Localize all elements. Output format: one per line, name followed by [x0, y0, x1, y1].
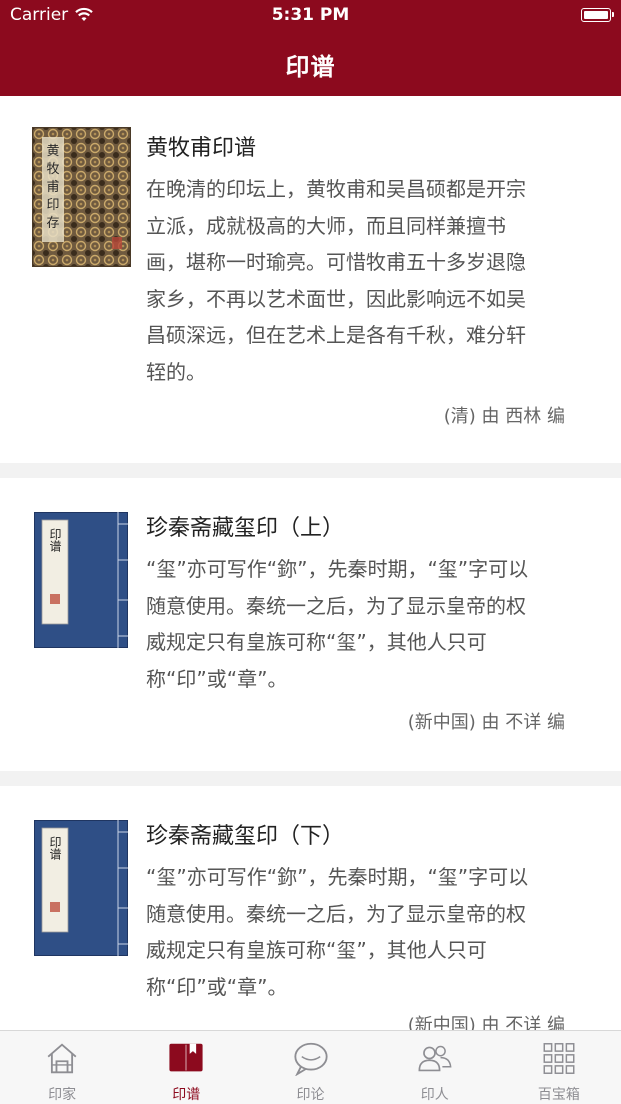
description-line: 威规定只有皇族可称“玺”，其他人只可 [146, 938, 487, 962]
description-line: 在晚清的印坛上，黄牧甫和吴昌硕都是开宗 [146, 177, 526, 201]
description-line: 威规定只有皇族可称“玺”，其他人只可 [146, 630, 487, 654]
cover-label: 印谱 [48, 836, 62, 860]
svg-text:黄: 黄 [46, 144, 59, 159]
tab-label: 百宝箱 [537, 1087, 580, 1103]
tab-bar: 印家 印谱 印论 印人 百宝箱 [0, 1030, 621, 1104]
description-line: 随意使用。秦统一之后，为了显示皇帝的权 [146, 593, 526, 618]
status-time: 5:31 PM [271, 5, 350, 25]
tab-baibaoxiang[interactable]: 百宝箱 [497, 1031, 621, 1104]
description-line: 称“印”或“章”。 [146, 974, 288, 999]
tab-yinren[interactable]: 印人 [373, 1031, 497, 1104]
book-card[interactable]: 黄 牧 甫 印 存 黄牧甫印谱 在晚清的印坛上，黄牧甫和吴昌硕都是开宗 立派，成… [0, 96, 621, 463]
svg-text:牧: 牧 [46, 162, 59, 177]
book-cover-image: 印谱 [34, 820, 128, 956]
book-author: (清) 由 西林 编 [443, 406, 565, 427]
book-description: “玺”亦可写作“鉨”，先秦时期，“玺”字可以 随意使用。秦统一之后，为了显示皇帝… [146, 859, 586, 1005]
book-card[interactable]: 印谱 珍秦斋藏玺印（上） “玺”亦可写作“鉨”，先秦时期，“玺”字可以 随意使用… [0, 478, 621, 771]
svg-text:甫: 甫 [46, 180, 59, 195]
tab-yinlun[interactable]: 印论 [248, 1031, 372, 1104]
description-line: 家乡，不再以艺术面世，因此影响远不如吴 [146, 286, 526, 311]
tab-label: 印谱 [172, 1087, 201, 1103]
people-icon [418, 1045, 452, 1072]
book-author: (新中国) 由 不详 编 [407, 1015, 565, 1030]
tab-yinpu[interactable]: 印谱 [124, 1031, 248, 1104]
house-icon [47, 1043, 77, 1074]
book-cover-image: 黄 牧 甫 印 存 [32, 127, 131, 267]
description-line: 画，堪称一时瑜亮。可惜牧甫五十多岁退隐 [146, 250, 526, 274]
navigation-bar: 印谱 [0, 32, 621, 96]
description-line: “玺”亦可写作“鉨”，先秦时期，“玺”字可以 [146, 865, 529, 889]
description-line: 轾的。 [146, 359, 206, 384]
tab-label: 印论 [296, 1087, 325, 1103]
book-cover-image: 印谱 [34, 512, 128, 648]
book-list[interactable]: 黄 牧 甫 印 存 黄牧甫印谱 在晚清的印坛上，黄牧甫和吴昌硕都是开宗 立派，成… [0, 96, 621, 1030]
description-line: 称“印”或“章”。 [146, 666, 288, 691]
cover-label: 印谱 [48, 528, 62, 552]
book-icon [169, 1043, 203, 1072]
description-line: 立派，成就极高的大师，而且同样兼擅书 [146, 213, 506, 238]
tab-label: 印家 [48, 1087, 77, 1103]
book-description: 在晚清的印坛上，黄牧甫和吴昌硕都是开宗 立派，成就极高的大师，而且同样兼擅书 画… [146, 171, 586, 390]
description-line: “玺”亦可写作“鉨”，先秦时期，“玺”字可以 [146, 557, 529, 581]
status-bar: Carrier 5:31 PM [0, 0, 621, 32]
svg-text:存: 存 [46, 216, 59, 231]
page-title: 印谱 [285, 52, 336, 81]
grid-icon [543, 1043, 575, 1074]
book-author: (新中国) 由 不详 编 [407, 712, 565, 733]
chat-bubble-icon [293, 1042, 328, 1076]
book-title: 珍秦斋藏玺印（下） [146, 824, 345, 849]
book-card[interactable]: 印谱 珍秦斋藏玺印（下） “玺”亦可写作“鉨”，先秦时期，“玺”字可以 随意使用… [0, 786, 621, 1030]
description-line: 随意使用。秦统一之后，为了显示皇帝的权 [146, 901, 526, 926]
tab-label: 印人 [420, 1087, 449, 1103]
book-title: 珍秦斋藏玺印（上） [146, 516, 345, 541]
tab-yinjia[interactable]: 印家 [0, 1031, 124, 1104]
book-title: 黄牧甫印谱 [146, 136, 257, 161]
svg-text:印: 印 [46, 198, 59, 213]
battery-icon [581, 8, 614, 22]
book-description: “玺”亦可写作“鉨”，先秦时期，“玺”字可以 随意使用。秦统一之后，为了显示皇帝… [146, 551, 586, 697]
description-line: 昌硕深远，但在艺术上是各有千秋，难分轩 [146, 323, 526, 347]
